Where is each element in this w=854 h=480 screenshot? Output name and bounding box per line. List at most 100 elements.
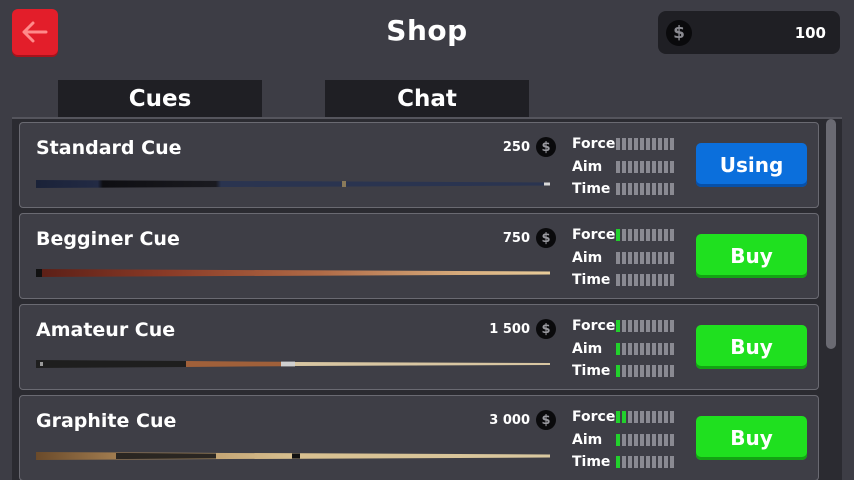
cue-price: 1 500 $ <box>489 319 556 339</box>
cue-image <box>36 360 550 368</box>
meter-segment <box>616 183 620 196</box>
cue-item-graphite: Graphite Cue 3 000 $ Force Aim Time Buy <box>19 395 819 480</box>
meter-segment <box>628 342 632 355</box>
meter-segment <box>652 229 656 242</box>
time-meter <box>616 456 674 469</box>
cue-name: Standard Cue <box>36 137 182 159</box>
coin-balance: $ 100 <box>658 11 840 54</box>
time-label: Time <box>572 363 611 380</box>
meter-segment <box>664 251 668 264</box>
meter-segment <box>622 229 626 242</box>
meter-segment <box>622 251 626 264</box>
meter-segment <box>664 342 668 355</box>
meter-segment <box>616 274 620 287</box>
tab-chat[interactable]: Chat <box>325 80 529 117</box>
cue-price: 3 000 $ <box>489 410 556 430</box>
coin-balance-value: 100 <box>794 23 826 42</box>
meter-segment <box>646 160 650 173</box>
meter-segment <box>652 183 656 196</box>
meter-segment <box>628 251 632 264</box>
aim-label: Aim <box>572 249 603 266</box>
meter-segment <box>670 456 674 469</box>
meter-segment <box>670 274 674 287</box>
cue-stats: Force Aim Time <box>572 133 692 201</box>
meter-segment <box>652 433 656 446</box>
cue-price-value: 3 000 <box>489 412 530 428</box>
aim-meter <box>616 433 674 446</box>
meter-segment <box>634 160 638 173</box>
meter-segment <box>670 251 674 264</box>
meter-segment <box>670 342 674 355</box>
meter-segment <box>634 342 638 355</box>
meter-segment <box>622 320 626 333</box>
meter-segment <box>658 183 662 196</box>
meter-segment <box>616 433 620 446</box>
aim-label: Aim <box>572 431 603 448</box>
cue-name: Begginer Cue <box>36 228 180 250</box>
meter-segment <box>616 342 620 355</box>
meter-segment <box>622 138 626 151</box>
meter-segment <box>622 274 626 287</box>
meter-segment <box>628 433 632 446</box>
aim-meter <box>616 160 674 173</box>
meter-segment <box>658 365 662 378</box>
meter-segment <box>652 138 656 151</box>
meter-segment <box>634 433 638 446</box>
meter-segment <box>628 160 632 173</box>
meter-segment <box>670 160 674 173</box>
meter-segment <box>628 365 632 378</box>
meter-segment <box>664 433 668 446</box>
meter-segment <box>640 183 644 196</box>
meter-segment <box>640 229 644 242</box>
meter-segment <box>646 320 650 333</box>
meter-segment <box>640 251 644 264</box>
coin-icon: $ <box>536 319 556 339</box>
cue-price-value: 1 500 <box>489 321 530 337</box>
meter-segment <box>670 320 674 333</box>
aim-label: Aim <box>572 340 603 357</box>
meter-segment <box>658 160 662 173</box>
meter-segment <box>664 229 668 242</box>
meter-segment <box>616 251 620 264</box>
meter-segment <box>646 183 650 196</box>
meter-segment <box>628 320 632 333</box>
meter-segment <box>628 183 632 196</box>
meter-segment <box>634 229 638 242</box>
cue-list[interactable]: Standard Cue 250 $ Force Aim Time Using <box>12 117 842 480</box>
meter-segment <box>622 411 626 424</box>
meter-segment <box>652 274 656 287</box>
meter-segment <box>646 274 650 287</box>
force-meter <box>616 320 674 333</box>
force-label: Force <box>572 136 616 153</box>
coin-icon: $ <box>536 410 556 430</box>
scrollbar[interactable] <box>826 119 836 349</box>
buy-button[interactable]: Buy <box>696 234 807 278</box>
using-button[interactable]: Using <box>696 143 807 187</box>
meter-segment <box>640 411 644 424</box>
meter-segment <box>646 251 650 264</box>
cue-price-value: 750 <box>502 230 530 246</box>
force-label: Force <box>572 318 616 335</box>
meter-segment <box>652 365 656 378</box>
time-meter <box>616 183 674 196</box>
tab-cues[interactable]: Cues <box>58 80 262 117</box>
buy-button[interactable]: Buy <box>696 416 807 460</box>
buy-button[interactable]: Buy <box>696 325 807 369</box>
force-label: Force <box>572 409 616 426</box>
meter-segment <box>640 274 644 287</box>
cue-image <box>36 180 550 188</box>
meter-segment <box>616 160 620 173</box>
meter-segment <box>628 138 632 151</box>
coin-icon: $ <box>536 137 556 157</box>
meter-segment <box>616 456 620 469</box>
cue-image <box>36 269 550 277</box>
meter-segment <box>670 365 674 378</box>
meter-segment <box>658 274 662 287</box>
meter-segment <box>640 365 644 378</box>
meter-segment <box>616 229 620 242</box>
force-meter <box>616 138 674 151</box>
meter-segment <box>664 138 668 151</box>
meter-segment <box>634 274 638 287</box>
meter-segment <box>670 433 674 446</box>
meter-segment <box>664 456 668 469</box>
